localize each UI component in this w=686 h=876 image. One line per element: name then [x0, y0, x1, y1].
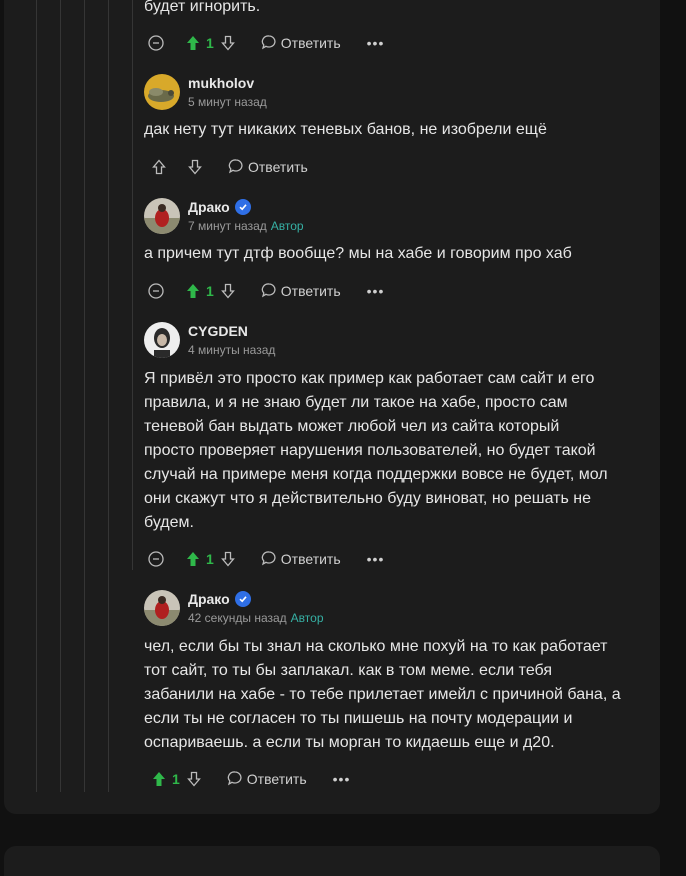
author-badge: Автор: [290, 611, 324, 625]
reply-label: Ответить: [280, 283, 341, 299]
arrow-down-icon[interactable]: [220, 35, 235, 51]
avatar[interactable]: [144, 590, 180, 626]
collapse-icon[interactable]: [148, 283, 164, 299]
reply-bubble-icon: [227, 770, 243, 789]
vote-count: 1: [206, 35, 214, 51]
username-text[interactable]: Драко: [188, 591, 230, 607]
comment-actions: 1 Ответить •••: [152, 767, 350, 791]
verified-icon: [234, 199, 251, 215]
thread-line: [132, 0, 133, 570]
avatar[interactable]: [144, 198, 180, 234]
time-text[interactable]: 4 минуты назад: [188, 343, 275, 357]
reply-button[interactable]: Ответить: [227, 770, 307, 789]
comment-time: 7 минут назад Автор: [188, 219, 304, 233]
reply-label: Ответить: [280, 551, 341, 567]
username-text[interactable]: mukholov: [188, 75, 254, 91]
reply-bubble-icon: [261, 550, 277, 569]
arrow-up-icon[interactable]: [186, 35, 200, 51]
username-text[interactable]: CYGDEN: [188, 323, 248, 339]
comment-text: а причем тут дтф вообще? мы на хабе и го…: [144, 245, 572, 262]
verified-icon: [234, 591, 251, 607]
arrow-down-icon[interactable]: [188, 159, 202, 175]
vote-count: 1: [206, 283, 214, 299]
arrow-up-icon[interactable]: [152, 159, 166, 175]
comment: Драко 42 секунды назад Автор: [144, 590, 644, 628]
reply-button[interactable]: Ответить: [261, 282, 341, 301]
thread-line: [108, 0, 109, 792]
comment-time: 4 минуты назад: [188, 343, 275, 357]
comment-text: чел, если бы ты знал на сколько мне поху…: [144, 638, 621, 751]
time-text[interactable]: 5 минут назад: [188, 95, 267, 109]
username[interactable]: CYGDEN: [188, 323, 248, 339]
arrow-down-icon[interactable]: [220, 283, 235, 299]
next-card: [4, 846, 660, 876]
arrow-down-icon[interactable]: [220, 551, 235, 567]
thread-line: [36, 0, 37, 792]
reply-button[interactable]: Ответить: [261, 550, 341, 569]
reply-bubble-icon: [261, 34, 277, 53]
time-text[interactable]: 7 минут назад: [188, 219, 267, 233]
reply-bubble-icon: [261, 282, 277, 301]
arrow-up-icon[interactable]: [186, 551, 200, 567]
comment: CYGDEN 4 минуты назад: [144, 322, 644, 360]
username[interactable]: Драко: [188, 199, 251, 215]
comment-actions: Ответить: [152, 155, 308, 179]
comment-text: дак нету тут никаких теневых банов, не и…: [144, 121, 547, 138]
more-icon[interactable]: •••: [367, 283, 385, 299]
collapse-icon[interactable]: [148, 35, 164, 51]
reply-label: Ответить: [280, 35, 341, 51]
thread-line: [60, 0, 61, 792]
vote-count: 1: [206, 551, 214, 567]
comment-actions: 1 Ответить •••: [148, 31, 384, 55]
comment-text: будет игнорить.: [144, 0, 261, 15]
comment-time: 5 минут назад: [188, 95, 267, 109]
reply-button[interactable]: Ответить: [261, 34, 341, 53]
comment-text: Я привёл это просто как пример как работ…: [144, 370, 608, 531]
reply-label: Ответить: [248, 159, 308, 175]
vote-count: 1: [172, 771, 180, 787]
more-icon[interactable]: •••: [333, 771, 351, 787]
more-icon[interactable]: •••: [367, 35, 385, 51]
username-text[interactable]: Драко: [188, 199, 230, 215]
avatar[interactable]: [144, 74, 180, 110]
reply-button[interactable]: Ответить: [228, 158, 308, 177]
time-text[interactable]: 42 секунды назад: [188, 611, 287, 625]
author-badge: Автор: [270, 219, 304, 233]
arrow-down-icon[interactable]: [186, 771, 201, 787]
reply-label: Ответить: [246, 771, 307, 787]
thread-line: [84, 0, 85, 792]
comment-actions: 1 Ответить •••: [148, 547, 384, 571]
avatar[interactable]: [144, 322, 180, 358]
comment-actions: 1 Ответить •••: [148, 279, 384, 303]
arrow-up-icon[interactable]: [152, 771, 166, 787]
username[interactable]: mukholov: [188, 75, 254, 91]
comment: Драко 7 минут назад Автор: [144, 198, 644, 236]
more-icon[interactable]: •••: [367, 551, 385, 567]
arrow-up-icon[interactable]: [186, 283, 200, 299]
collapse-icon[interactable]: [148, 551, 164, 567]
comment: mukholov 5 минут назад: [144, 74, 644, 112]
reply-bubble-icon: [228, 158, 244, 177]
username[interactable]: Драко: [188, 591, 251, 607]
comment-time: 42 секунды назад Автор: [188, 611, 324, 625]
